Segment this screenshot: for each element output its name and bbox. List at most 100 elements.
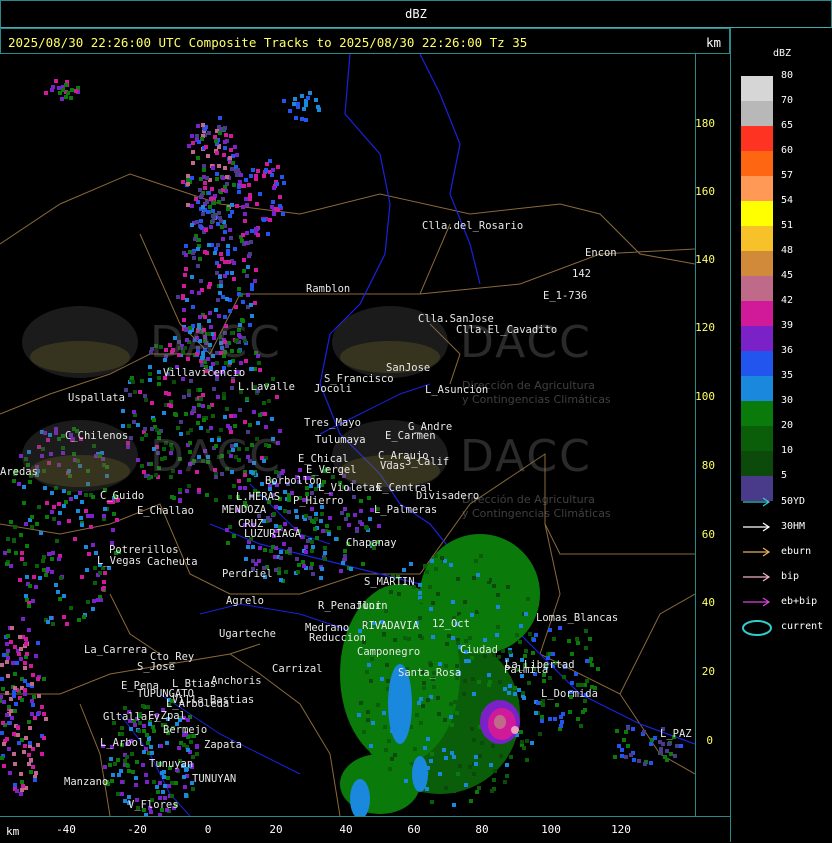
radar-echo-cell (483, 638, 487, 642)
radar-echo-cell (298, 468, 302, 472)
radar-echo-cell (196, 247, 200, 251)
radar-echo-cell (355, 529, 359, 533)
radar-echo-cell (69, 96, 73, 100)
radar-echo-cell (103, 571, 107, 575)
radar-echo-cell (0, 731, 4, 735)
radar-echo-cell (247, 183, 251, 187)
radar-echo-cell (31, 765, 35, 769)
place-label: L.HERAS (236, 491, 281, 503)
radar-echo-cell (225, 271, 229, 275)
river-line (419, 54, 481, 285)
radar-echo-cell (359, 499, 363, 503)
radar-echo-cell (214, 247, 218, 251)
radar-echo-cell (157, 376, 161, 380)
radar-echo-cell (271, 545, 275, 549)
radar-echo-cell (54, 79, 58, 83)
radar-echo-cell (233, 424, 237, 428)
radar-echo-cell (293, 97, 297, 101)
radar-echo-cell (444, 786, 448, 790)
radar-echo-cell (478, 580, 482, 584)
radar-echo-cell (263, 548, 267, 552)
radar-echo-cell (0, 699, 2, 703)
radar-echo-cell (27, 720, 31, 724)
radar-echo-cell (302, 107, 306, 111)
radar-echo-cell (214, 308, 218, 312)
radar-echo-cell (242, 269, 246, 273)
radar-echo-cell (272, 512, 276, 516)
radar-echo-cell (431, 635, 435, 639)
radar-echo-cell (418, 583, 422, 587)
radar-echo-cell (148, 378, 152, 382)
radar-echo-cell (216, 298, 220, 302)
radar-echo-cell (456, 577, 460, 581)
radar-echo-cell (178, 499, 182, 503)
radar-echo-cell (519, 624, 523, 628)
radar-echo-cell (229, 148, 233, 152)
radar-echo-cell (438, 662, 442, 666)
radar-echo-cell (26, 683, 30, 687)
radar-echo-cell (304, 550, 308, 554)
radar-echo-cell (21, 784, 25, 788)
radar-echo-cell (226, 252, 230, 256)
radar-echo-cell (276, 165, 280, 169)
radar-echo-cell (252, 410, 256, 414)
radar-echo-cell (254, 268, 258, 272)
radar-map[interactable]: DACC DACC Dirección de Agricultura y Con… (0, 54, 696, 816)
radar-echo-cell (218, 291, 222, 295)
legend-bin-label: 36 (781, 345, 794, 356)
radar-echo-cell (10, 626, 14, 630)
radar-echo-cell (201, 404, 205, 408)
radar-echo-cell (306, 539, 310, 543)
radar-echo-cell (220, 225, 224, 229)
place-label: L_Btias (172, 678, 217, 690)
radar-echo-cell (6, 649, 10, 653)
radar-echo-cell (568, 710, 572, 714)
radar-echo-cell (9, 520, 13, 524)
radar-echo-cell (553, 717, 557, 721)
legend-bin-label: 39 (781, 320, 794, 331)
radar-echo-cell (474, 755, 478, 759)
radar-echo-cell (19, 657, 23, 661)
legend-bin-label: 70 (781, 95, 794, 106)
radar-echo-cell (144, 398, 148, 402)
radar-echo-cell (205, 200, 209, 204)
radar-echo-cell (489, 763, 493, 767)
radar-echo-cell (182, 284, 186, 288)
radar-echo-area (412, 756, 428, 792)
radar-echo-cell (138, 390, 142, 394)
y-tick-label: 180 (695, 117, 715, 130)
radar-echo-cell (27, 753, 31, 757)
radar-echo-cell (256, 233, 260, 237)
radar-echo-cell (119, 769, 123, 773)
radar-echo-cell (513, 686, 517, 690)
radar-echo-cell (223, 140, 227, 144)
radar-echo-cell (131, 770, 135, 774)
y-tick-label: 60 (701, 528, 715, 541)
radar-echo-cell (496, 593, 500, 597)
radar-echo-cell (183, 785, 187, 789)
radar-echo-cell (589, 657, 593, 661)
place-label: Perdriel (222, 568, 273, 580)
radar-echo-cell (232, 261, 236, 265)
radar-echo-cell (30, 699, 34, 703)
radar-echo-cell (13, 686, 17, 690)
radar-echo-cell (50, 570, 54, 574)
radar-echo-cell (421, 704, 425, 708)
radar-echo-cell (58, 511, 62, 515)
radar-echo-cell (279, 550, 283, 554)
radar-echo-cell (17, 652, 21, 656)
radar-echo-cell (311, 545, 315, 549)
radar-echo-cell (57, 521, 61, 525)
radar-echo-cell (146, 705, 150, 709)
radar-echo-cell (570, 681, 574, 685)
y-tick-label: 40 (701, 596, 715, 609)
radar-echo-cell (110, 779, 114, 783)
radar-echo-cell (337, 526, 341, 530)
radar-echo-cell (1, 721, 5, 725)
radar-echo-cell (0, 663, 4, 667)
radar-echo-cell (471, 677, 475, 681)
place-label: Cacheuta (147, 556, 198, 568)
radar-echo-cell (217, 200, 221, 204)
radar-echo-cell (320, 512, 324, 516)
radar-echo-cell (327, 532, 331, 536)
